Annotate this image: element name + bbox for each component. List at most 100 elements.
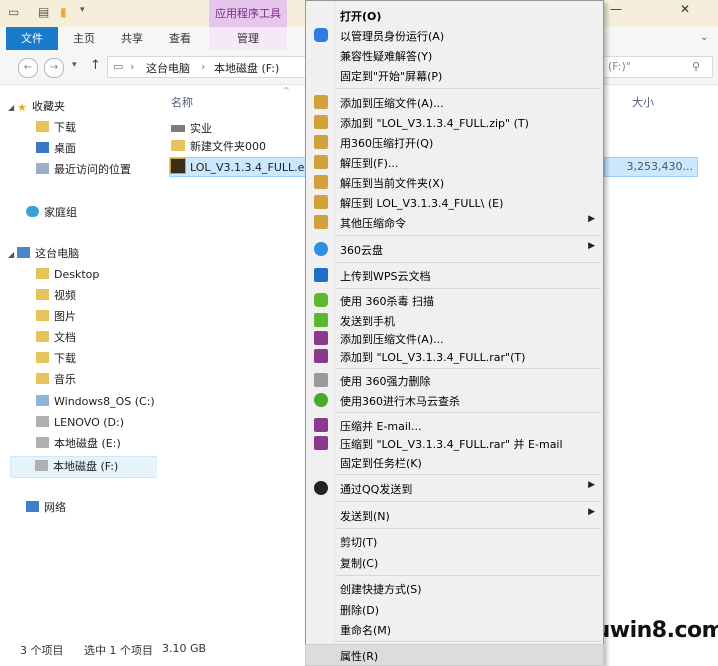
menu-item-add-zip[interactable]: 添加到 "LOL_V3.1.3.4_FULL.zip" (T)	[306, 112, 603, 132]
menu-label: 用360压缩打开(Q)	[340, 137, 434, 150]
menu-item-open-360zip[interactable]: 用360压缩打开(Q)	[306, 132, 603, 152]
up-button[interactable]: ↑	[90, 58, 101, 73]
forward-button[interactable]: →	[44, 58, 64, 78]
nav-item-homegroup[interactable]: 家庭组	[26, 203, 77, 223]
tab-home[interactable]: 主页	[66, 27, 102, 50]
menu-item-qq-send[interactable]: 通过QQ发送到 ▶	[306, 478, 603, 498]
menu-item-compress-rar-email[interactable]: 压缩到 "LOL_V3.1.3.4_FULL.rar" 并 E-mail	[306, 433, 603, 453]
menu-item-delete[interactable]: 删除(D)	[306, 599, 603, 619]
sort-arrow-icon: ^	[283, 86, 290, 95]
file-item-selected[interactable]: LOL_V3.1.3.4_FULL.exe	[169, 157, 317, 177]
menu-item-cut[interactable]: 剪切(T)	[306, 531, 603, 551]
nav-item-drive-e[interactable]: 本地磁盘 (E:)	[36, 434, 121, 454]
collapse-arrow-icon[interactable]: ◢	[8, 103, 14, 112]
recent-locations-icon[interactable]: ▾	[72, 60, 77, 70]
nav-label: 下载	[54, 121, 76, 134]
nav-item-desktop[interactable]: 桌面	[36, 139, 76, 159]
nav-label: 网络	[44, 501, 66, 514]
nav-item-drive-f[interactable]: 本地磁盘 (F:)	[10, 456, 166, 478]
nav-item-drive-d[interactable]: LENOVO (D:)	[36, 413, 124, 433]
menu-item-copy[interactable]: 复制(C)	[306, 552, 603, 572]
menu-separator	[336, 88, 601, 89]
menu-item-pin-taskbar[interactable]: 固定到任务栏(K)	[306, 452, 603, 472]
menu-item-wps-upload[interactable]: 上传到WPS云文档	[306, 265, 603, 285]
nav-item-recent[interactable]: 最近访问的位置	[36, 160, 131, 180]
menu-item-send-phone[interactable]: 发送到手机	[306, 310, 603, 330]
menu-item-360-cloud[interactable]: 360云盘 ▶	[306, 239, 603, 259]
collapse-arrow-icon[interactable]: ◢	[8, 250, 14, 259]
nav-item-pictures[interactable]: 图片	[36, 307, 76, 327]
nav-item-drive-c[interactable]: Windows8_OS (C:)	[36, 392, 155, 412]
back-button[interactable]: ←	[18, 58, 38, 78]
menu-label: 通过QQ发送到	[340, 483, 413, 496]
file-item[interactable]: 新建文件夹000	[171, 138, 266, 156]
search-input[interactable]: (F:)" ⚲	[601, 56, 713, 78]
breadcrumb-this-pc[interactable]: 这台电脑	[146, 60, 190, 76]
nav-item-videos[interactable]: 视频	[36, 286, 76, 306]
column-header-name[interactable]: 名称	[171, 94, 193, 110]
nav-item-documents[interactable]: 文档	[36, 328, 76, 348]
menu-item-compress-email[interactable]: 压缩并 E-mail...	[306, 415, 603, 435]
menu-item-properties[interactable]: 属性(R)	[305, 644, 604, 666]
breadcrumb-drive-f[interactable]: 本地磁盘 (F:)	[214, 60, 279, 76]
menu-label: 以管理员身份运行(A)	[340, 30, 445, 43]
menu-item-run-as-admin[interactable]: 以管理员身份运行(A)	[306, 25, 603, 45]
menu-item-extract-to[interactable]: 解压到(F)...	[306, 152, 603, 172]
menu-label: 上传到WPS云文档	[340, 270, 431, 283]
menu-item-add-rar[interactable]: 添加到 "LOL_V3.1.3.4_FULL.rar"(T)	[306, 346, 603, 366]
search-icon[interactable]: ⚲	[692, 60, 700, 73]
menu-separator	[336, 528, 601, 529]
menu-item-add-rar-archive[interactable]: 添加到压缩文件(A)...	[306, 328, 603, 348]
tab-view[interactable]: 查看	[162, 27, 198, 50]
nav-item-downloads-2[interactable]: 下载	[36, 349, 76, 369]
menu-item-extract-folder[interactable]: 解压到 LOL_V3.1.3.4_FULL\ (E)	[306, 192, 603, 212]
address-bar[interactable]: ▭ › 这台电脑 › 本地磁盘 (F:)	[107, 56, 309, 78]
menu-item-360-scan[interactable]: 使用 360杀毒 扫描	[306, 290, 603, 310]
menu-item-rename[interactable]: 重命名(M)	[306, 619, 603, 639]
drive-icon	[36, 437, 49, 448]
file-item[interactable]: 实业	[171, 120, 212, 138]
menu-item-create-shortcut[interactable]: 创建快捷方式(S)	[306, 578, 603, 598]
properties-quick-icon[interactable]: ▤	[38, 5, 49, 19]
close-button[interactable]: ✕	[680, 2, 690, 16]
menu-item-send-to[interactable]: 发送到(N) ▶	[306, 505, 603, 525]
wps-icon	[314, 268, 328, 282]
window-controls: — ✕	[600, 0, 718, 27]
new-folder-quick-icon[interactable]: ▮	[60, 5, 67, 19]
menu-label: 解压到当前文件夹(X)	[340, 177, 445, 190]
context-menu: 打开(O) 以管理员身份运行(A) 兼容性疑难解答(Y) 固定到"开始"屏幕(P…	[305, 0, 604, 666]
nav-item-desktop-folder[interactable]: Desktop	[36, 265, 99, 285]
nav-label: 音乐	[54, 373, 76, 386]
menu-item-other-compress[interactable]: 其他压缩命令 ▶	[306, 212, 603, 232]
nav-item-favorites[interactable]: ◢ ★ 收藏夹	[8, 97, 65, 117]
minimize-button[interactable]: —	[610, 2, 622, 16]
ribbon-expand-icon[interactable]: ⌄	[700, 32, 708, 43]
nav-label: 视频	[54, 289, 76, 302]
winrar-icon	[314, 418, 328, 432]
menu-label: 添加到 "LOL_V3.1.3.4_FULL.zip" (T)	[340, 117, 529, 130]
nav-item-this-pc[interactable]: ◢ 这台电脑	[8, 244, 79, 264]
menu-item-add-archive[interactable]: 添加到压缩文件(A)...	[306, 92, 603, 112]
nav-label: 下载	[54, 352, 76, 365]
selected-row-size[interactable]: 3,253,430...	[604, 157, 698, 177]
nav-item-downloads[interactable]: 下载	[36, 118, 76, 138]
quick-access-dropdown-icon[interactable]: ▾	[80, 5, 85, 15]
menu-item-troubleshoot[interactable]: 兼容性疑难解答(Y)	[306, 45, 603, 65]
menu-item-360-trojan[interactable]: 使用360进行木马云查杀	[306, 390, 603, 410]
menu-item-pin-start[interactable]: 固定到"开始"屏幕(P)	[306, 65, 603, 85]
nav-item-network[interactable]: 网络	[26, 498, 66, 518]
tab-manage[interactable]: 管理	[209, 27, 287, 50]
nav-item-music[interactable]: 音乐	[36, 370, 76, 390]
drive-icon	[171, 125, 185, 132]
tab-file[interactable]: 文件	[6, 27, 58, 50]
menu-label: 重命名(M)	[340, 624, 392, 637]
menu-item-360-shred[interactable]: 使用 360强力删除	[306, 370, 603, 390]
navigation-pane: ◢ ★ 收藏夹 下载 桌面 最近访问的位置 家庭组 ◢ 这台电脑 Desktop 视频…	[0, 85, 166, 633]
column-header-size[interactable]: 大小	[632, 94, 654, 110]
tab-share[interactable]: 共享	[114, 27, 150, 50]
file-list: 名称 ^ 实业 新建文件夹000 LOL_V3.1.3.4_FULL.exe	[157, 85, 317, 633]
menu-item-open[interactable]: 打开(O)	[306, 5, 603, 25]
menu-item-extract-here[interactable]: 解压到当前文件夹(X)	[306, 172, 603, 192]
trojan-scan-icon	[314, 393, 328, 407]
nav-label: 桌面	[54, 142, 76, 155]
